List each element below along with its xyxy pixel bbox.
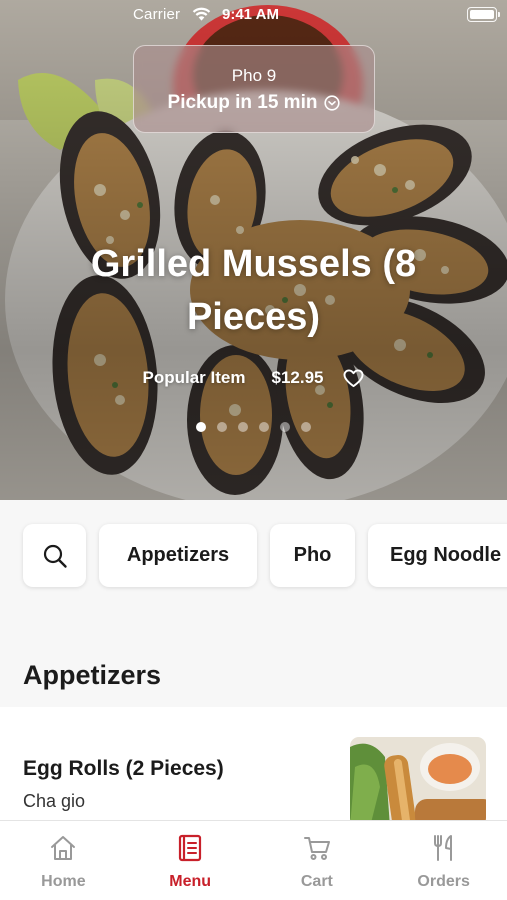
pickup-selector[interactable]: Pho 9 Pickup in 15 min <box>133 45 375 133</box>
featured-item-meta: Popular Item $12.95 <box>0 368 507 388</box>
carousel-dot[interactable] <box>280 422 290 432</box>
menu-book-icon <box>179 834 202 862</box>
tab-menu[interactable]: Menu <box>127 821 254 900</box>
category-bar: Appetizers Pho Egg Noodle Soup <box>0 500 507 620</box>
category-pill-appetizers[interactable]: Appetizers <box>99 524 257 587</box>
heart-icon[interactable] <box>343 368 364 388</box>
tab-bar: Home Menu Cart Orders <box>0 820 507 900</box>
tab-cart[interactable]: Cart <box>254 821 381 900</box>
status-bar: Carrier 9:41 AM <box>0 0 507 30</box>
pickup-mode: Pickup in 15 min <box>167 92 318 113</box>
carousel-dot[interactable] <box>259 422 269 432</box>
home-icon <box>51 836 76 860</box>
cart-icon <box>303 837 330 860</box>
carousel-dot[interactable] <box>217 422 227 432</box>
carrier-label: Carrier <box>133 6 181 23</box>
tab-home[interactable]: Home <box>0 821 127 900</box>
featured-price: $12.95 <box>271 368 324 387</box>
tab-label: Orders <box>417 873 470 890</box>
category-search-button[interactable] <box>23 524 86 587</box>
section-title: Appetizers <box>23 660 162 690</box>
menu-item-description: Cha gio <box>23 791 86 811</box>
tab-label: Menu <box>169 873 212 890</box>
menu-item-photo <box>350 737 486 827</box>
menu-item-row[interactable]: Egg Rolls (2 Pieces) Cha gio <box>0 707 507 827</box>
carousel-dot[interactable] <box>238 422 248 432</box>
popular-tag: Popular Item <box>142 368 246 387</box>
carousel-indicator[interactable] <box>0 422 507 432</box>
category-pill-egg-noodle-soup[interactable]: Egg Noodle Soup <box>368 524 507 587</box>
status-time: 9:41 AM <box>222 6 279 23</box>
hero-banner[interactable]: Carrier 9:41 AM Pho 9 Pickup in 15 min G… <box>0 0 507 500</box>
store-name: Pho 9 <box>231 66 277 85</box>
tab-label: Home <box>41 873 86 890</box>
fork-knife-icon <box>433 835 452 861</box>
battery-icon <box>467 7 500 22</box>
search-icon <box>43 544 67 568</box>
carousel-dot[interactable] <box>301 422 311 432</box>
tab-orders[interactable]: Orders <box>380 821 507 900</box>
menu-item-name: Egg Rolls (2 Pieces) <box>23 757 224 780</box>
tab-label: Cart <box>300 873 333 890</box>
wifi-icon <box>192 7 211 21</box>
category-pill-pho[interactable]: Pho <box>270 524 355 587</box>
carousel-dot[interactable] <box>196 422 206 432</box>
chevron-down-circle-icon <box>324 95 341 111</box>
featured-item-title: Grilled Mussels (8 Pieces) <box>90 243 417 338</box>
